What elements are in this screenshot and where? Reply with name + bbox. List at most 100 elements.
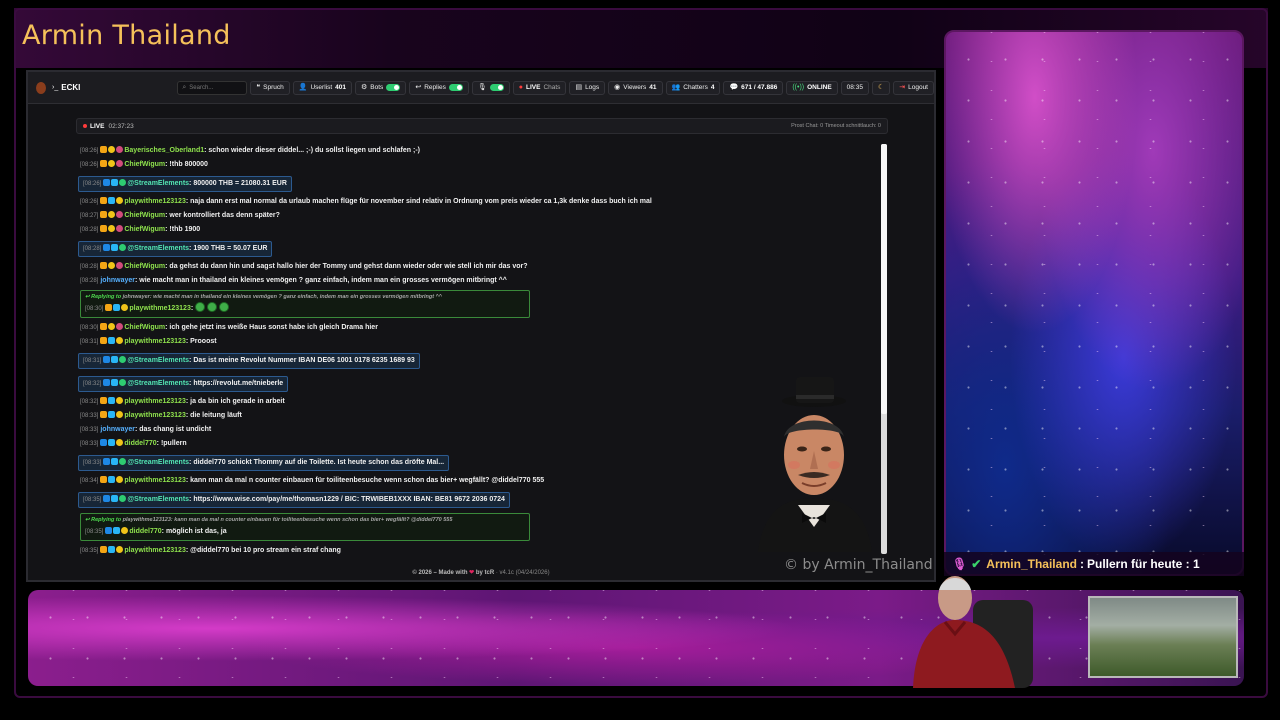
sub-badge-icon [121,527,129,534]
reply-reference: ↩ Replying to johnwayer: wie macht man i… [85,292,525,302]
brand-label: ECKI [61,83,81,92]
chatters-count: 4 [710,84,715,91]
spruch-button[interactable]: ❝ Spruch [250,80,290,95]
viewers-button[interactable]: ◉ Viewers 41 [608,80,663,95]
message-username[interactable]: playwithme123123 [124,338,185,345]
message-username[interactable]: playwithme123123 [124,198,185,205]
moon-icon: ☾ [877,84,885,91]
chat-scrollbar-thumb[interactable] [881,144,887,414]
chat-message[interactable]: [08:27] ChiefWigum: wer kontrolliert das … [78,209,778,223]
message-username[interactable]: ChiefWigum [124,263,165,270]
chat-message[interactable]: [08:31] @StreamElements: Das ist meine Re… [78,353,420,369]
viewers-label: Viewers [623,84,647,91]
message-username[interactable]: playwithme123123 [124,398,185,405]
logs-button[interactable]: ▤ Logs [569,80,606,95]
search-input[interactable]: ⌕ Search... [177,80,248,95]
brand[interactable]: ›_ ECKI [36,81,163,94]
replies-toggle[interactable] [448,84,463,91]
sub-badge-icon [116,546,124,553]
sub-badge-icon [116,476,124,483]
message-username[interactable]: ChiefWigum [124,324,165,331]
chatters-button[interactable]: 👥 Chatters 4 [665,80,721,95]
message-username[interactable]: @StreamElements [127,357,189,364]
bots-button[interactable]: ⚙ Bots [355,80,407,95]
message-timestamp: [08:28] [80,264,99,270]
live-dot-icon [83,124,87,128]
chat-message[interactable]: [08:33] johnwayer: das chang ist undicht [78,423,778,437]
message-text: kann man da mal n counter einbauen für t… [190,477,545,484]
live-button[interactable]: ● LIVE Chats [512,80,567,95]
chat-message[interactable]: [08:30] ChiefWigum: ich gehe jetzt ins we… [78,321,778,335]
message-username[interactable]: playwithme123123 [124,412,185,419]
message-username[interactable]: playwithme123123 [124,477,185,484]
logout-button[interactable]: ⇥ Logout [893,80,934,95]
status-bar: LIVE 02:37:23 Prost Chat: 0 Timeout schn… [76,118,888,134]
theme-toggle-button[interactable]: ☾ [871,80,891,95]
sub-badge-icon [116,197,124,204]
chat-message[interactable]: [08:33] diddel770: !pullern [78,437,778,451]
message-username[interactable]: @StreamElements [127,459,189,466]
message-username[interactable]: Bayerisches_Oberland1 [124,147,204,154]
message-timestamp: [08:27] [80,213,99,219]
message-username[interactable]: playwithme123123 [124,547,185,554]
bot-message-row: [08:26] @StreamElements: 800000 THB = 210… [78,172,778,195]
message-username[interactable]: diddel770 [129,528,161,535]
chat-message[interactable]: [08:35] diddel770: möglich ist das, ja [85,525,525,539]
message-timestamp: [08:33] [80,441,99,447]
message-username[interactable]: johnwayer [100,426,135,433]
message-username[interactable]: playwithme123123 [129,305,190,312]
sub-badge-icon [116,411,124,418]
message-timestamp: [08:35] [80,548,99,554]
message-text: wie macht man in thailand ein kleines ve… [139,277,507,284]
message-timestamp: [08:26] [80,148,99,154]
chat-message[interactable]: [08:28] ChiefWigum: da gehst du dann hin … [78,260,778,274]
message-timestamp: [08:35] [83,497,102,503]
message-text: die leitung läuft [190,412,242,419]
bots-toggle[interactable] [386,84,401,91]
message-username[interactable]: ChiefWigum [124,212,165,219]
chat-message[interactable]: [08:26] @StreamElements: 800000 THB = 210… [78,176,292,192]
logs-label: Logs [585,84,600,91]
chat-message[interactable]: [08:26] Bayerisches_Oberland1: schon wied… [78,144,778,158]
bot-message-row: [08:31] @StreamElements: Das ist meine Re… [78,349,778,372]
chat-message[interactable]: [08:28] ChiefWigum: !thb 1900 [78,223,778,237]
live-dot-icon: ● [518,84,523,91]
message-username[interactable]: @StreamElements [127,180,189,187]
userlist-label: Userlist [310,84,333,91]
chat-message[interactable]: [08:26] playwithme123123: naja dann erst … [78,195,778,209]
users-icon: 👥 [671,84,681,91]
message-text: das chang ist undicht [139,426,212,433]
chat-message[interactable]: [08:32] playwithme123123: ja da bin ich g… [78,395,778,409]
message-username[interactable]: @StreamElements [127,380,189,387]
mic-toggle[interactable] [489,84,504,91]
chat-message[interactable]: [08:35] playwithme123123: @diddel770 bei … [78,544,778,554]
message-username[interactable]: ChiefWigum [124,161,165,168]
chat-scrollbar[interactable] [881,144,887,554]
message-text: wer kontrolliert das denn später? [169,212,280,219]
message-username[interactable]: @StreamElements [127,496,189,503]
userlist-button[interactable]: 👤 Userlist 401 [292,80,353,95]
chat-message[interactable]: [08:32] @StreamElements: https://revolut.… [78,376,289,392]
chat-message[interactable]: [08:28] johnwayer: wie macht man in thail… [78,274,778,288]
messages-counter[interactable]: 💬 671 / 47.886 [723,80,784,95]
chat-message[interactable]: [08:34] playwithme123123: kann man da mal… [78,474,778,488]
chat-message[interactable]: [08:30] playwithme123123: [85,302,525,316]
sub-badge-icon [121,304,129,311]
bot-badge-icon [108,546,116,553]
sub-badge-icon [108,262,116,269]
replies-label: Replies [424,84,446,91]
message-username[interactable]: johnwayer [100,277,135,284]
chat-message[interactable]: [08:31] playwithme123123: Prooost [78,335,778,349]
message-username[interactable]: ChiefWigum [124,226,165,233]
chat-message[interactable]: [08:28] @StreamElements: 1900 THB = 50.07… [78,241,273,257]
message-username[interactable]: diddel770 [124,440,156,447]
replies-button[interactable]: ↩ Replies [409,80,469,95]
message-timestamp: [08:31] [83,358,102,364]
chat-message[interactable]: [08:33] @StreamElements: diddel770 schick… [78,455,450,471]
message-username[interactable]: @StreamElements [127,245,189,252]
chat-message[interactable]: [08:35] @StreamElements: https://www.wise… [78,492,510,508]
stream-uptime: 02:37:23 [108,122,134,130]
chat-message[interactable]: [08:33] playwithme123123: die leitung läu… [78,409,778,423]
mic-button[interactable]: 🎙 [471,80,510,95]
chat-message[interactable]: [08:26] ChiefWigum: !thb 800000 [78,158,778,172]
